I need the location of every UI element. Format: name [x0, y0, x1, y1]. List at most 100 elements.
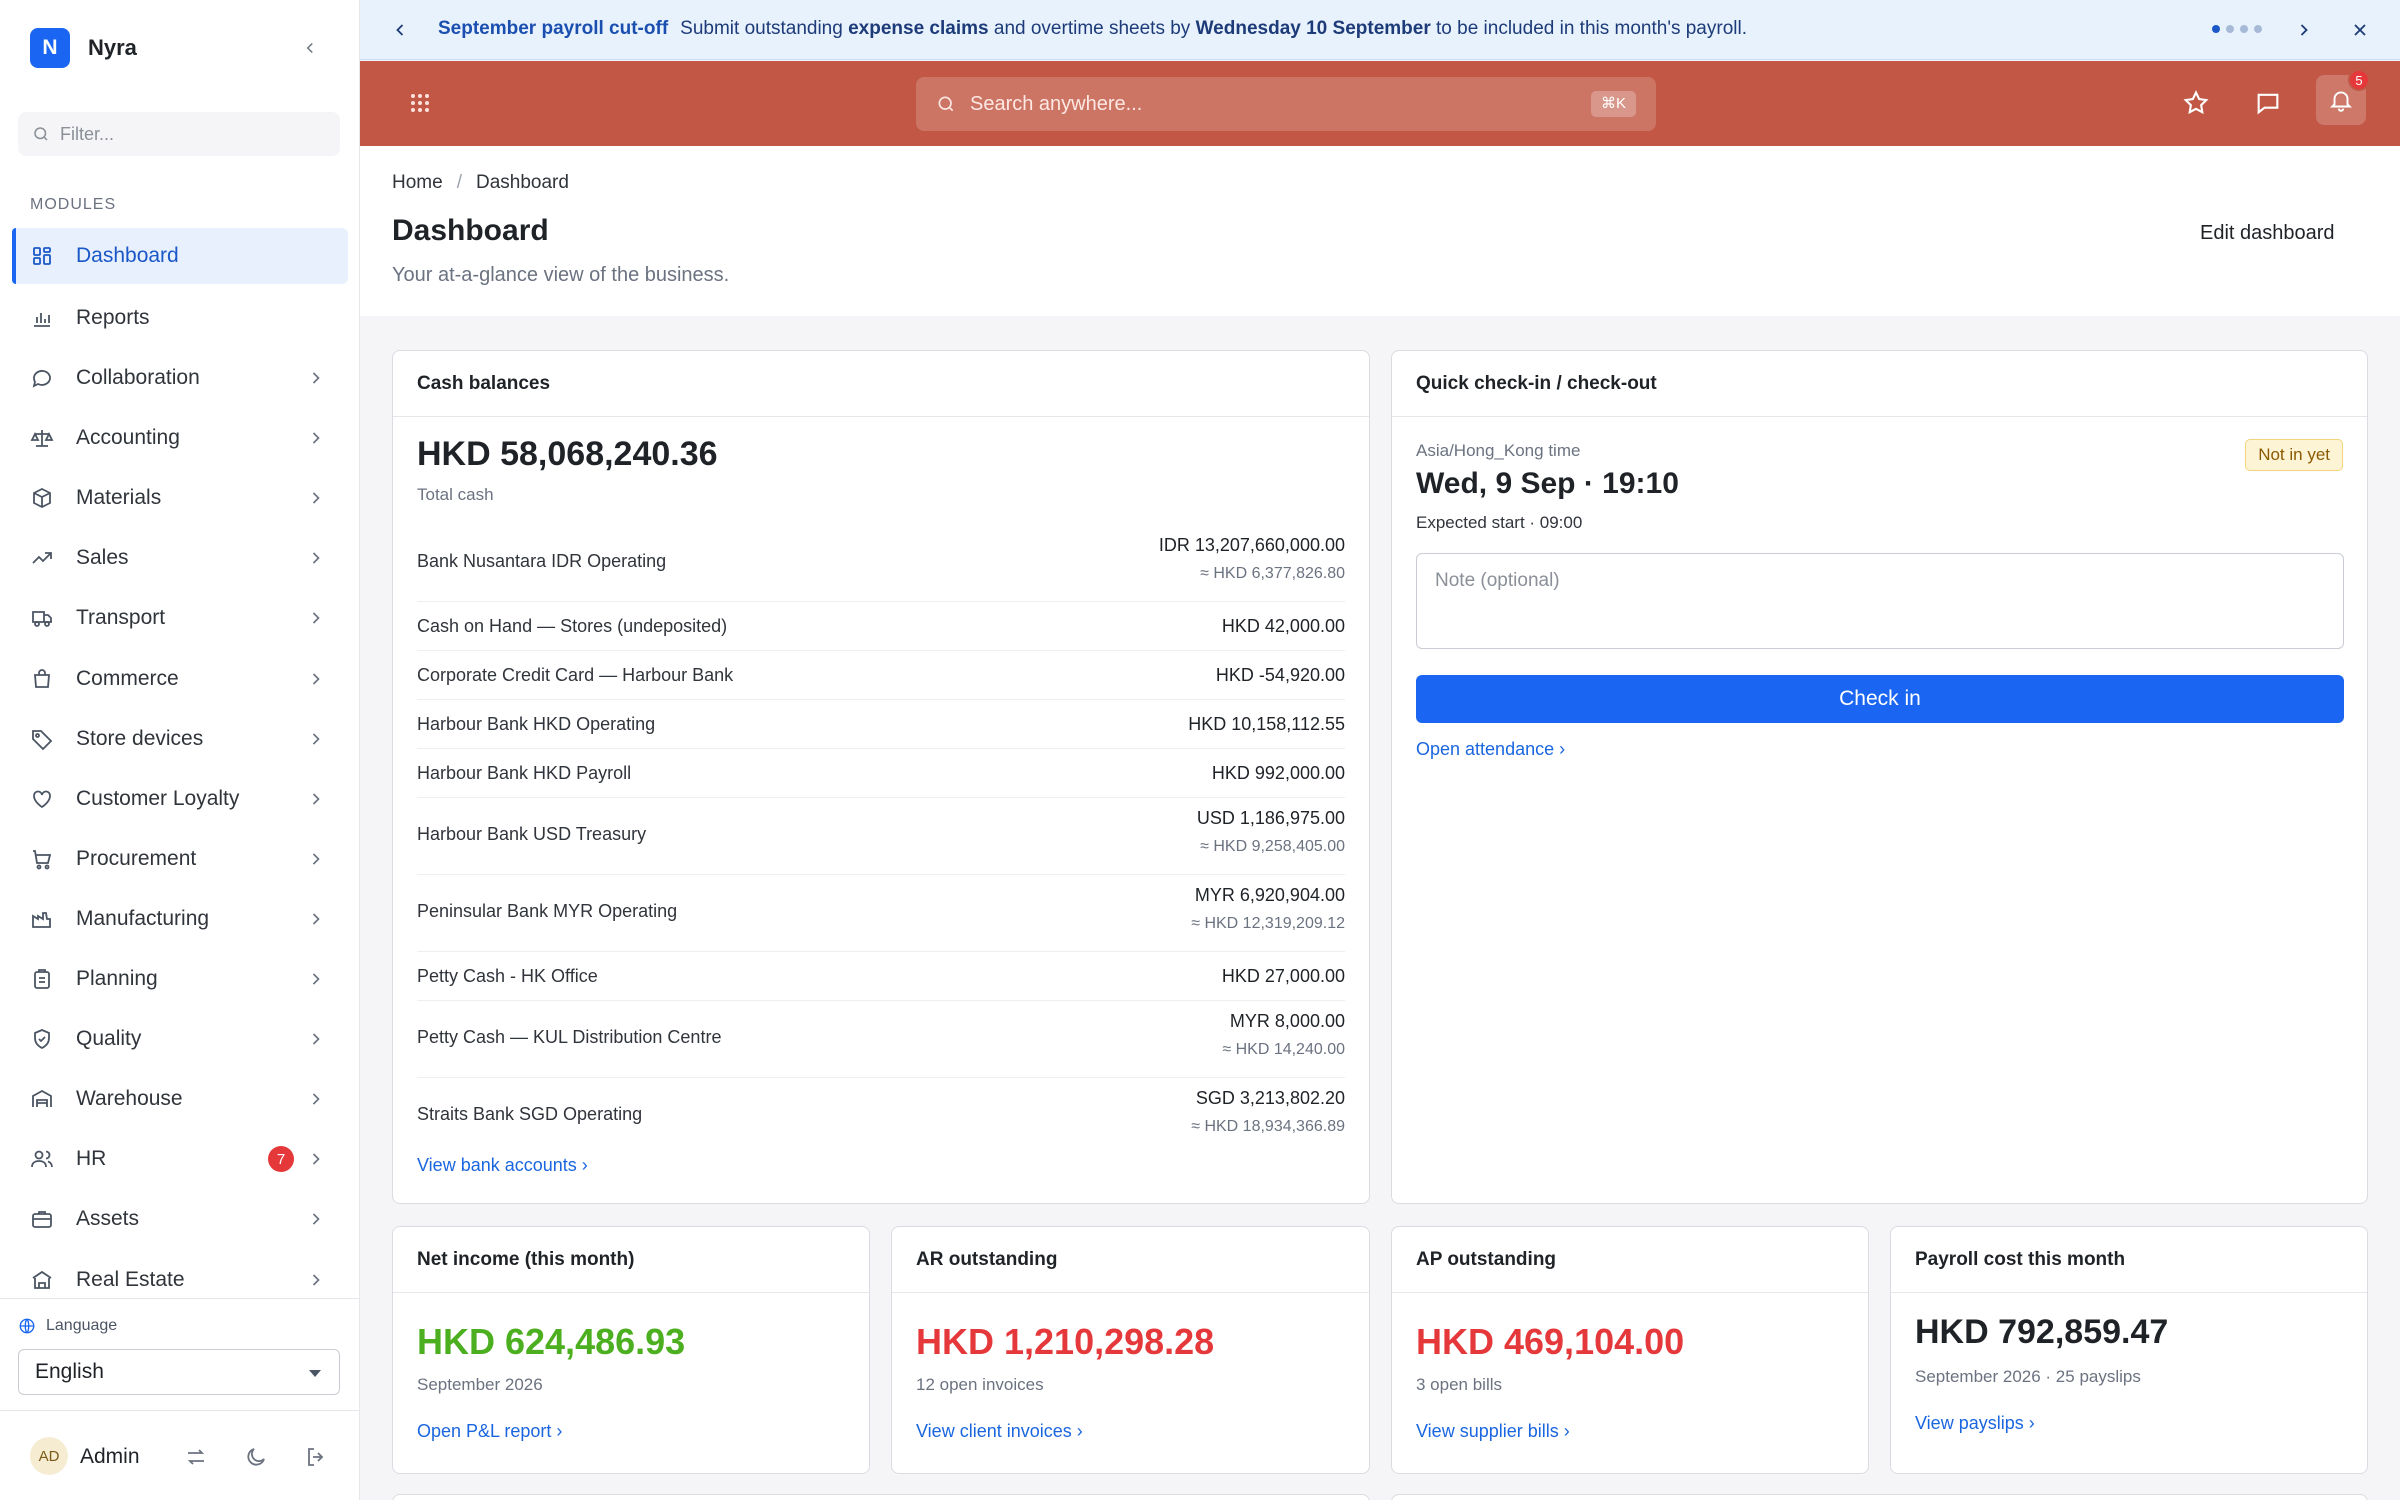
bank-account-name: Peninsular Bank MYR Operating [417, 901, 678, 921]
sidebar-item-accounting[interactable]: Accounting [12, 408, 348, 468]
logout-icon[interactable] [304, 1445, 328, 1469]
sidebar-item-label: Planning [76, 967, 158, 991]
banner-dot[interactable] [2254, 25, 2262, 33]
sidebar-item-label: Reports [76, 306, 150, 329]
chevron-right-icon [312, 1273, 320, 1286]
banner-dot[interactable] [2240, 25, 2248, 33]
check-in-card: Quick check-in / check-out Asia/Hong_Kon… [1391, 350, 2368, 1204]
banner-dot[interactable] [2226, 25, 2234, 33]
chevron-right-icon [312, 612, 320, 625]
bank-account-row[interactable]: Bank Nusantara IDR Operating IDR 13,207,… [417, 525, 1345, 602]
view-client-invoices-link[interactable]: View client invoices › [916, 1421, 1083, 1442]
view-bank-accounts-link[interactable]: View bank accounts › [417, 1155, 588, 1176]
next-row-card [392, 1494, 1370, 1500]
brand-name: Nyra [88, 35, 137, 60]
chevron-left-icon[interactable] [390, 20, 410, 40]
sidebar-item-procurement[interactable]: Procurement [12, 829, 348, 889]
chevron-right-icon [312, 793, 320, 805]
brand-logo: N [30, 28, 70, 68]
language-select-value: English [35, 1360, 104, 1383]
bank-account-converted: ≈ HKD 9,258,405.00 [1200, 838, 1345, 855]
sidebar-filter-input[interactable]: Filter... [18, 112, 340, 156]
bank-account-row[interactable]: Corporate Credit Card — Harbour Bank HKD… [417, 651, 1345, 700]
heart-icon [33, 790, 51, 808]
page-subtitle: Your at-a-glance view of the business. [392, 264, 730, 286]
switch-icon[interactable] [184, 1445, 208, 1469]
sidebar-item-label: Procurement [76, 846, 197, 870]
stat-title: AR outstanding [892, 1227, 1369, 1293]
search-shortcut: ⌘K [1590, 91, 1636, 117]
bank-account-list: Bank Nusantara IDR Operating IDR 13,207,… [417, 525, 1345, 1155]
banner-dot[interactable] [2212, 25, 2220, 33]
message-icon[interactable] [2254, 89, 2282, 117]
chevron-right-icon [312, 1213, 320, 1225]
sidebar-item-quality[interactable]: Quality [12, 1009, 348, 1069]
check-in-button[interactable]: Check in [1416, 675, 2344, 723]
language-section: Language English [0, 1298, 360, 1410]
payroll-cost-card: Payroll cost this month HKD 792,859.47 S… [1890, 1226, 2368, 1474]
sidebar-item-commerce[interactable]: Commerce [12, 649, 348, 709]
bank-account-row[interactable]: Petty Cash — KUL Distribution Centre MYR… [417, 1001, 1345, 1078]
sidebar-item-warehouse[interactable]: Warehouse [12, 1069, 348, 1129]
bank-account-row[interactable]: Harbour Bank USD Treasury USD 1,186,975.… [417, 798, 1345, 875]
sidebar: N Nyra Filter... MODULES Dashboard Repor… [0, 0, 360, 1500]
close-icon[interactable] [2350, 20, 2370, 40]
sidebar-item-assets[interactable]: Assets [12, 1189, 348, 1249]
bank-account-amount: MYR 6,920,904.00 [1194, 885, 1345, 905]
bank-account-row[interactable]: Harbour Bank HKD Operating HKD 10,158,11… [417, 700, 1345, 749]
bank-account-row[interactable]: Petty Cash - HK Office HKD 27,000.00 [417, 952, 1345, 1001]
star-icon[interactable] [2182, 89, 2210, 117]
sidebar-item-label: Dashboard [76, 244, 179, 267]
sidebar-item-label: Transport [76, 606, 166, 630]
language-select[interactable]: English [18, 1349, 340, 1395]
sidebar-item-reports[interactable]: Reports [12, 288, 348, 348]
open-pl-report-link[interactable]: Open P&L report › [417, 1421, 562, 1442]
grid-icon [33, 247, 51, 265]
bank-account-row[interactable]: Peninsular Bank MYR Operating MYR 6,920,… [417, 875, 1345, 952]
apps-grid-icon[interactable] [408, 91, 432, 115]
brand[interactable]: N Nyra [30, 28, 137, 68]
breadcrumb-home[interactable]: Home [392, 172, 443, 194]
collapse-sidebar-button[interactable] [296, 34, 324, 62]
view-payslips-link[interactable]: View payslips › [1915, 1413, 2035, 1434]
bank-account-row[interactable]: Straits Bank SGD Operating SGD 3,213,802… [417, 1078, 1345, 1155]
stat-value: HKD 624,486.93 [417, 1321, 686, 1362]
global-search-input[interactable]: Search anywhere... ⌘K [916, 77, 1656, 131]
sidebar-item-customer-loyalty[interactable]: Customer Loyalty [12, 769, 348, 829]
sidebar-item-label: Real Estate [76, 1267, 185, 1291]
chevron-right-icon [312, 492, 320, 504]
bank-account-name: Harbour Bank USD Treasury [417, 824, 647, 844]
bar-chart-icon [34, 313, 50, 327]
chevron-right-icon [312, 1153, 320, 1165]
bank-account-amount: SGD 3,213,802.20 [1195, 1088, 1345, 1108]
sidebar-item-transport[interactable]: Transport [12, 588, 348, 648]
sidebar-item-manufacturing[interactable]: Manufacturing [12, 889, 348, 949]
open-attendance-link[interactable]: Open attendance › [1416, 739, 1565, 760]
edit-dashboard-button[interactable]: Edit dashboard [2200, 222, 2335, 245]
note-input[interactable]: Note (optional) [1416, 553, 2344, 649]
moon-icon[interactable] [244, 1445, 268, 1469]
banner-text-2: and overtime sheets by [988, 18, 1196, 39]
notifications-button[interactable]: 5 [2316, 69, 2370, 125]
sidebar-item-materials[interactable]: Materials [12, 468, 348, 528]
sidebar-item-dashboard[interactable]: Dashboard [12, 228, 348, 284]
sidebar-item-hr[interactable]: HR 7 [12, 1129, 348, 1189]
sidebar-item-collaboration[interactable]: Collaboration [12, 348, 348, 408]
sidebar-item-label: Collaboration [76, 366, 200, 390]
ap-outstanding-card: AP outstanding HKD 469,104.00 3 open bil… [1391, 1226, 1869, 1474]
trend-up-icon [32, 552, 52, 565]
search-icon [34, 127, 48, 141]
current-datetime: Wed, 9 Sep · 19:10 [1416, 467, 1679, 500]
sidebar-item-planning[interactable]: Planning [12, 949, 348, 1009]
sidebar-item-store-devices[interactable]: Store devices [12, 709, 348, 769]
warehouse-icon [32, 1090, 52, 1108]
chevron-right-icon [312, 1033, 320, 1045]
view-supplier-bills-link[interactable]: View supplier bills › [1416, 1421, 1570, 1442]
avatar[interactable]: AD [30, 1437, 68, 1475]
chevron-right-icon[interactable] [2294, 20, 2314, 40]
breadcrumb-current: Dashboard [475, 172, 569, 193]
stat-title: Net income (this month) [393, 1227, 869, 1293]
bank-account-row[interactable]: Cash on Hand — Stores (undeposited) HKD … [417, 602, 1345, 651]
sidebar-item-sales[interactable]: Sales [12, 528, 348, 588]
bank-account-row[interactable]: Harbour Bank HKD Payroll HKD 992,000.00 [417, 749, 1345, 798]
